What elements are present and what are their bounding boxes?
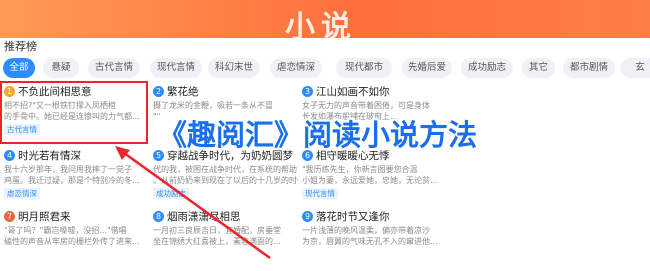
overlay-caption: 《趣阅汇》阅读小说方法 (158, 118, 478, 152)
